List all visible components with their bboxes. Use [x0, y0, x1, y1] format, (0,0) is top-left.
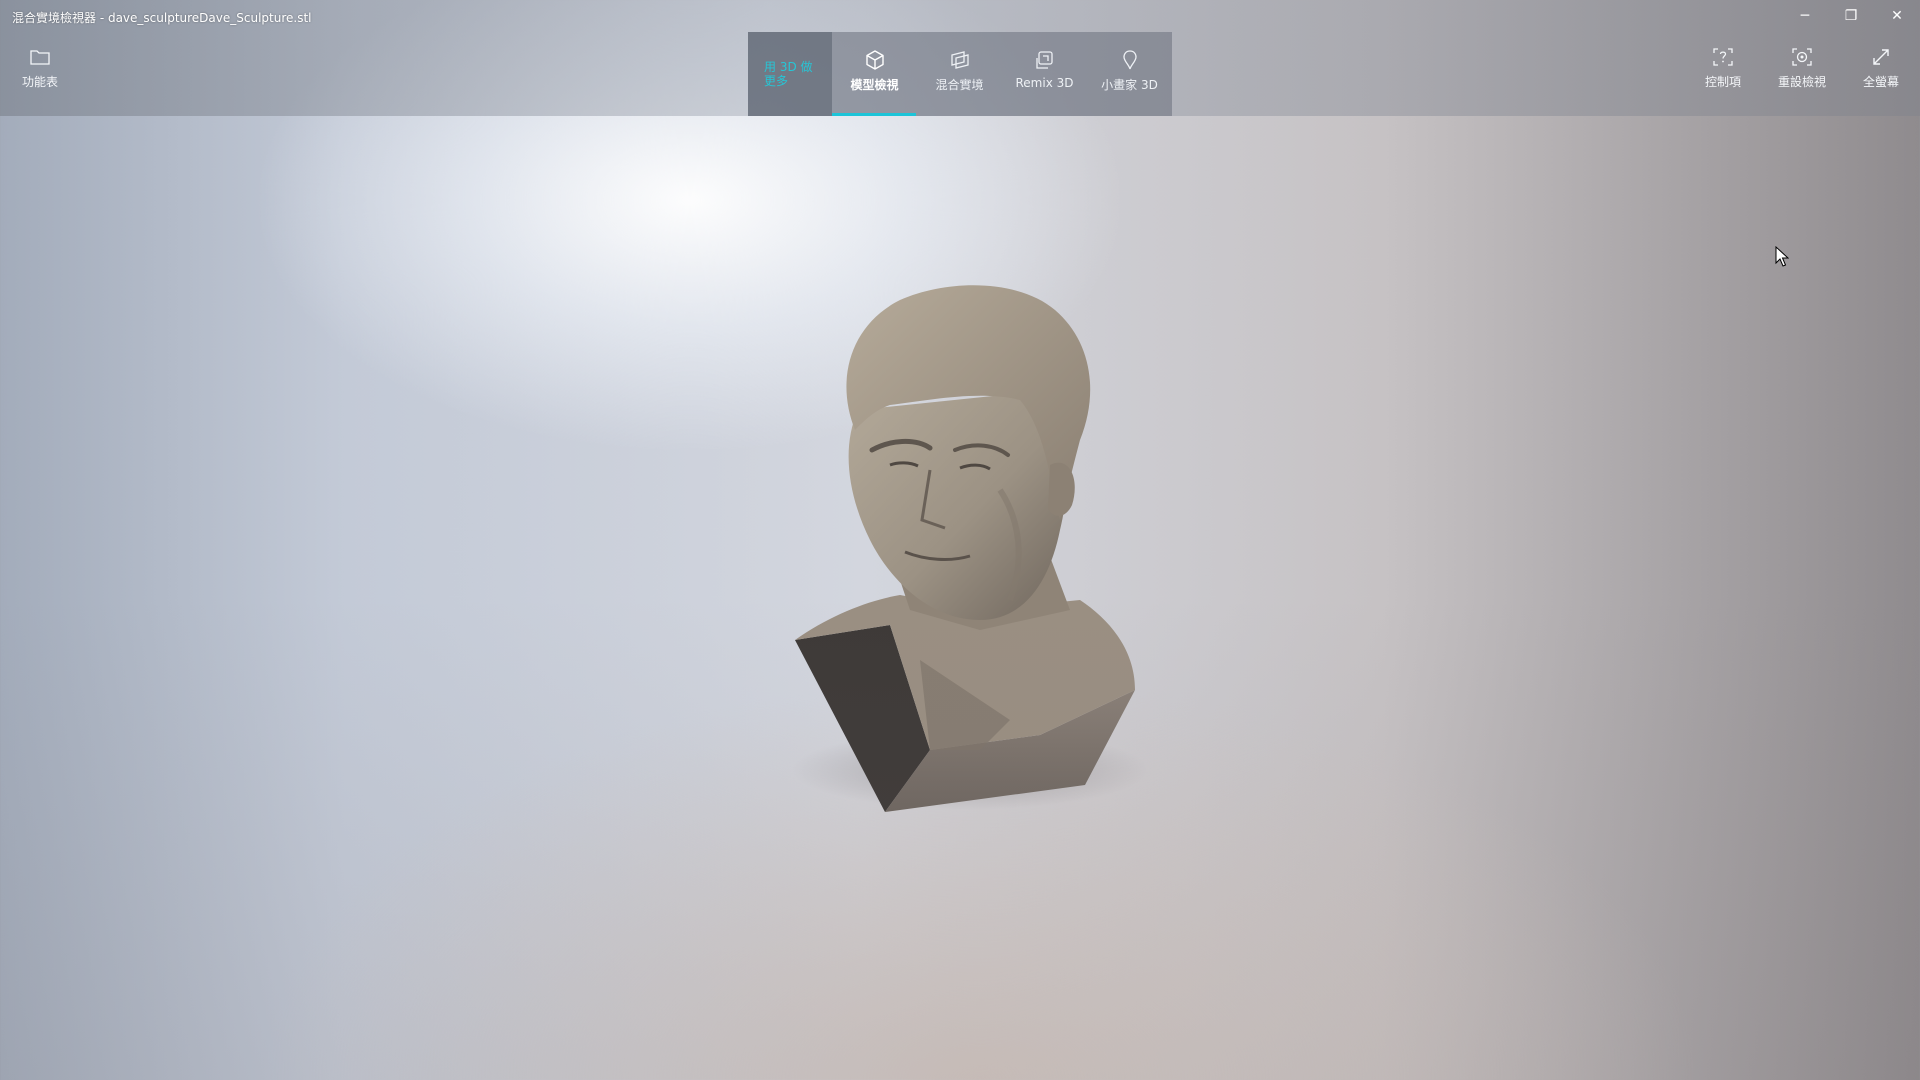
more-with-3d-label: 用 3D 做更多: [764, 60, 813, 88]
fullscreen-button[interactable]: 全螢幕: [1841, 46, 1920, 106]
minimize-icon: ─: [1800, 8, 1810, 24]
close-icon: ✕: [1891, 8, 1903, 24]
tab-paint-3d-label: 小畫家 3D: [1101, 78, 1158, 92]
tab-remix-3d-label: Remix 3D: [1015, 76, 1074, 90]
tab-model-view-label: 模型檢視: [850, 78, 899, 92]
fullscreen-label: 全螢幕: [1862, 75, 1899, 89]
fullscreen-icon: [1873, 49, 1889, 65]
reset-view-icon: [1792, 48, 1812, 66]
restore-button[interactable]: ❐: [1828, 0, 1874, 32]
tab-mixed-reality-label: 混合實境: [935, 78, 984, 92]
controls-button[interactable]: 控制項: [1683, 46, 1763, 106]
tab-remix-3d[interactable]: Remix 3D: [1002, 32, 1087, 116]
reset-view-label: 重設檢視: [1777, 75, 1826, 89]
3d-model-viewport[interactable]: [780, 280, 1160, 820]
tab-model-view[interactable]: 模型檢視: [832, 32, 917, 116]
close-button[interactable]: ✕: [1874, 0, 1920, 32]
tab-paint-3d[interactable]: 小畫家 3D: [1087, 32, 1172, 116]
window-controls: ─ ❐ ✕: [1782, 0, 1920, 32]
restore-icon: ❐: [1844, 8, 1858, 24]
mouse-cursor: [1775, 246, 1789, 267]
more-with-3d-button[interactable]: 用 3D 做更多: [748, 32, 832, 116]
help-controls-icon: [1713, 48, 1733, 66]
window-title: 混合實境檢視器 - dave_sculptureDave_Sculpture.s…: [12, 11, 312, 25]
bust-face: [848, 390, 1068, 620]
reset-view-button[interactable]: 重設檢視: [1762, 46, 1842, 106]
bust-ear: [1048, 462, 1075, 516]
menu-button[interactable]: 功能表: [0, 46, 80, 106]
view-tabs: 用 3D 做更多 模型檢視 混合實境 Remix 3D 小畫家 3D: [748, 32, 1172, 116]
tab-mixed-reality[interactable]: 混合實境: [917, 32, 1002, 116]
active-tab-indicator: [832, 113, 916, 116]
remix-icon: [1035, 51, 1053, 69]
cube-icon: [865, 50, 884, 70]
minimize-button[interactable]: ─: [1782, 0, 1828, 32]
controls-label: 控制項: [1704, 75, 1741, 89]
title-bar: 混合實境檢視器 - dave_sculptureDave_Sculpture.s…: [0, 0, 1920, 32]
folder-icon: [30, 50, 50, 65]
paint3d-icon: [1122, 50, 1137, 70]
mixed-reality-icon: [950, 51, 969, 69]
menu-label: 功能表: [21, 75, 58, 89]
